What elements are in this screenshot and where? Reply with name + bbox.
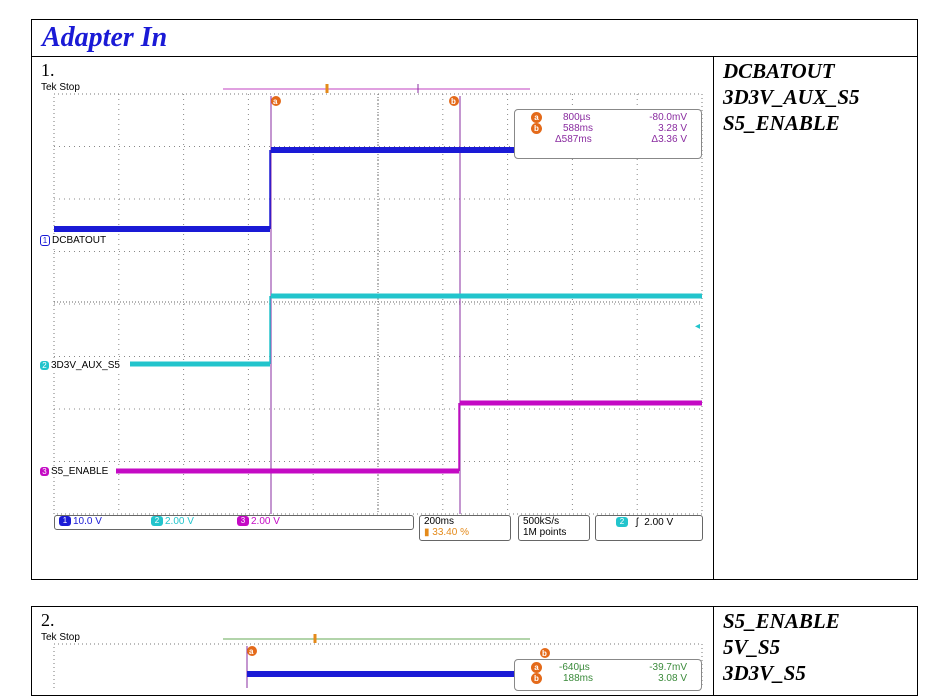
scale-bar: 1 10.0 V 2 2.00 V 3 2.00 V: [54, 515, 414, 530]
ch2-label: 2 3D3V_AUX_S5: [40, 360, 120, 371]
signal-name: 5V_S5: [723, 635, 781, 659]
svg-text:a: a: [249, 647, 254, 656]
timebase: 200ms: [424, 516, 455, 527]
readout2-a-val: -39.7mV: [649, 662, 687, 673]
record-length: 1M points: [523, 527, 567, 538]
ch3-name: S5_ENABLE: [51, 466, 109, 477]
ch2-number: 2: [40, 360, 49, 370]
ch1-label: 1 DCBATOUT: [40, 235, 107, 247]
ch3-label: 3 S5_ENABLE: [40, 466, 109, 477]
signal-name: DCBATOUT: [723, 59, 835, 83]
cursor-readout-2: a b -640µs -39.7mV 188ms 3.08 V: [514, 659, 702, 691]
ch2-waveform: [130, 293, 702, 367]
readout2-a-time: -640µs: [559, 662, 590, 673]
ch1-scale: 10.0 V: [73, 516, 102, 527]
ch1-name: DCBATOUT: [52, 235, 107, 247]
readout-b-val: 3.28 V: [658, 123, 687, 134]
ch1-waveform: [54, 147, 516, 232]
readout-a-time: 800µs: [563, 112, 591, 123]
timebase-box: 200ms ▮ 33.40 %: [419, 515, 511, 541]
svg-text:a: a: [273, 97, 278, 106]
readout2-b-time: 188ms: [563, 673, 594, 684]
ch3-scale: 2.00 V: [251, 516, 280, 527]
signal-name: 3D3V_AUX_S5: [723, 85, 860, 109]
ch3-waveform: [116, 400, 702, 474]
readout2-b-val: 3.08 V: [658, 673, 687, 684]
svg-text:◂: ◂: [695, 321, 700, 332]
readout-delta-time: Δ587ms: [555, 134, 592, 145]
trigger-channel: 2: [616, 517, 628, 528]
sample-rate: 500kS/s: [523, 516, 560, 527]
cursor-readout: a b 800µs -80.0mV 588ms 3.28 V Δ587ms Δ3…: [514, 109, 702, 159]
signal-list-2: S5_ENABLE 5V_S5 3D3V_S5: [723, 608, 840, 686]
position: 33.40 %: [432, 527, 469, 538]
sample-box: 500kS/s 1M points: [518, 515, 590, 541]
title-bar: Adapter In: [31, 19, 918, 57]
ch1-number: 1: [40, 235, 50, 246]
signal-name: S5_ENABLE: [723, 609, 840, 633]
signal-name: S5_ENABLE: [723, 111, 840, 135]
svg-text:b: b: [542, 649, 547, 658]
readout-b-time: 588ms: [563, 123, 594, 134]
trigger-level: 2.00 V: [644, 517, 674, 528]
section-2-divider: [713, 606, 714, 696]
signal-list: DCBATOUT 3D3V_AUX_S5 S5_ENABLE: [723, 58, 860, 136]
ch2-scale: 2.00 V: [165, 516, 194, 527]
section-1-number: 1.: [41, 60, 55, 80]
svg-text:b: b: [451, 97, 456, 106]
readout-delta-val: Δ3.36 V: [651, 134, 687, 145]
readout-a-val: -80.0mV: [649, 112, 687, 123]
section-1-divider: [713, 56, 714, 580]
section-2-number: 2.: [41, 610, 55, 630]
ch3-number: 3: [40, 466, 49, 476]
cursor-a-icon: a: [531, 112, 542, 123]
ch2-name: 3D3V_AUX_S5: [51, 360, 120, 371]
trigger-box: 2 ʃ 2.00 V: [595, 515, 703, 541]
rising-edge-icon: ʃ: [636, 517, 639, 528]
cursor-b-icon: b: [531, 123, 542, 134]
page-title: Adapter In: [42, 22, 168, 53]
signal-name: 3D3V_S5: [723, 661, 806, 685]
